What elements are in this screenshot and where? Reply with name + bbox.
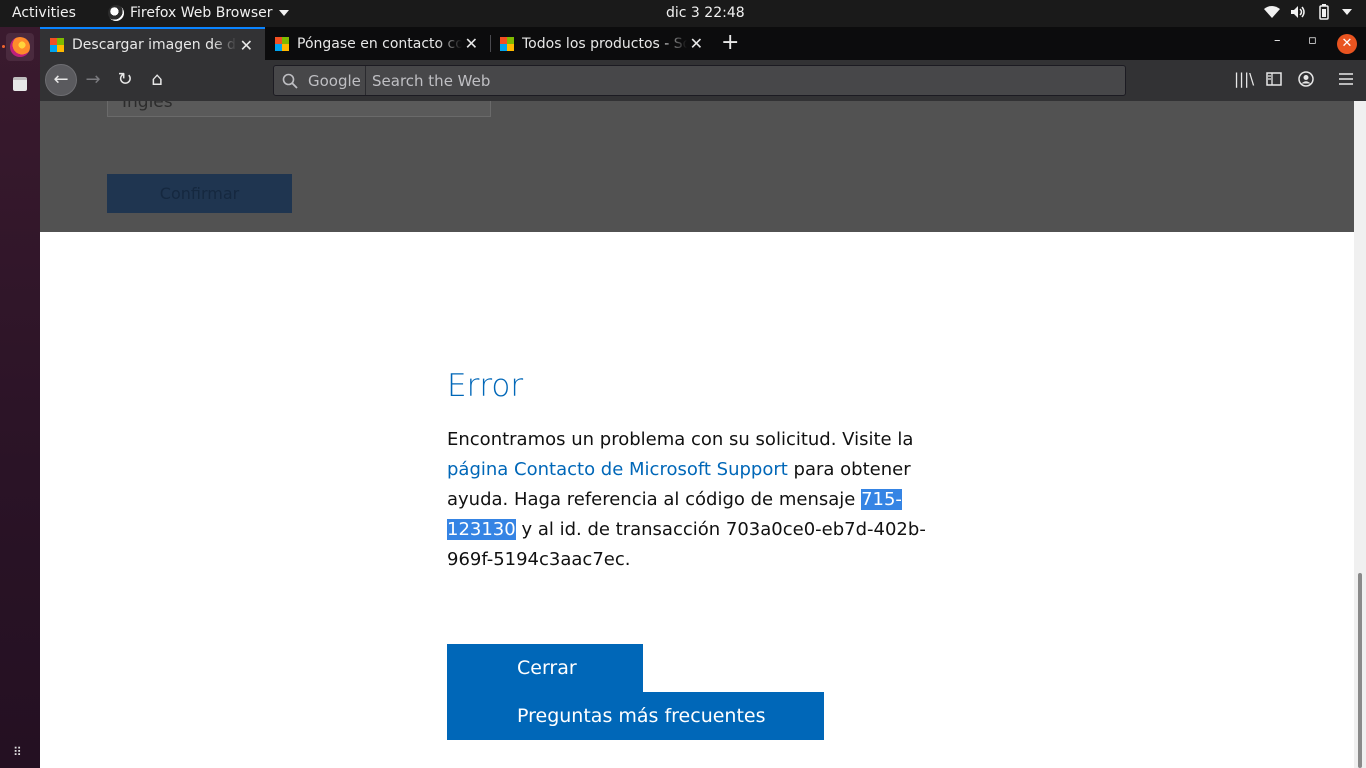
back-arrow-icon[interactable]: ←: [45, 64, 77, 96]
page-scrollbar[interactable]: [1354, 101, 1366, 768]
tab-descargar[interactable]: Descargar imagen de disco ✕: [40, 27, 265, 60]
search-icon: [282, 73, 298, 89]
close-tab-icon[interactable]: ✕: [465, 34, 478, 53]
library-icon[interactable]: |||\: [1234, 70, 1254, 88]
microsoft-logo-icon: [50, 37, 64, 52]
url-bar[interactable]: Google: [273, 65, 1126, 96]
activities-button[interactable]: Activities: [12, 5, 76, 21]
running-indicator: [2, 45, 5, 48]
scrollbar-thumb[interactable]: [1358, 573, 1362, 768]
close-button[interactable]: Cerrar: [447, 644, 643, 692]
tab-title: Descargar imagen de disco: [72, 36, 237, 53]
app-menu[interactable]: Firefox Web Browser: [108, 5, 289, 21]
volume-icon: [1291, 6, 1305, 18]
microsoft-logo-icon: [275, 36, 289, 51]
show-applications-icon[interactable]: ⠿: [13, 745, 23, 759]
app-menu-label: Firefox Web Browser: [130, 5, 273, 21]
dock-files[interactable]: [6, 71, 34, 99]
tab-strip: Descargar imagen de disco ✕ Póngase en c…: [40, 27, 1366, 60]
system-top-bar: Activities Firefox Web Browser dic 3 22:…: [0, 0, 1366, 27]
error-title: Error: [447, 368, 524, 404]
account-icon[interactable]: [1298, 71, 1314, 87]
error-message: Encontramos un problema con su solicitud…: [447, 425, 927, 575]
new-tab-icon[interactable]: +: [721, 30, 739, 55]
tab-contacto[interactable]: Póngase en contacto con ✕: [265, 27, 490, 60]
chevron-down-icon: [278, 10, 289, 16]
restore-icon[interactable]: ▫: [1308, 33, 1317, 48]
home-icon[interactable]: ⌂: [142, 65, 172, 95]
dock-firefox[interactable]: [6, 33, 34, 61]
modal-backdrop[interactable]: Inglés Confirmar: [40, 101, 1354, 232]
language-select[interactable]: Inglés: [107, 101, 491, 117]
hamburger-menu-icon[interactable]: [1339, 73, 1353, 85]
close-tab-icon[interactable]: ✕: [240, 36, 253, 55]
search-engine-label: Google: [308, 71, 361, 90]
confirm-button[interactable]: Confirmar: [107, 174, 292, 213]
minimize-icon[interactable]: –: [1274, 33, 1281, 48]
error-text-3: y al id. de transacción 703a0ce0-eb7d-40…: [447, 519, 926, 570]
search-input[interactable]: [366, 66, 1121, 95]
clock[interactable]: dic 3 22:48: [666, 5, 745, 21]
wifi-icon: [1264, 6, 1280, 18]
system-menu-chevron-icon: [1342, 9, 1352, 15]
window-close-icon[interactable]: ✕: [1337, 34, 1357, 54]
firefox-icon: [10, 37, 30, 57]
search-engine-selector[interactable]: Google: [274, 66, 366, 95]
error-text-1: Encontramos un problema con su solicitud…: [447, 429, 914, 450]
navigation-bar: ← → ↻ ⌂ Google |||\: [40, 60, 1366, 101]
faq-button[interactable]: Preguntas más frecuentes: [447, 692, 824, 740]
close-tab-icon[interactable]: ✕: [690, 34, 703, 53]
battery-icon: [1319, 4, 1329, 20]
microsoft-logo-icon: [500, 36, 514, 51]
forward-arrow-icon[interactable]: →: [78, 65, 108, 95]
firefox-icon: [108, 5, 124, 21]
tab-title: Todos los productos - Soporte: [522, 35, 687, 52]
dock: ⠿: [0, 27, 40, 768]
system-tray[interactable]: [1264, 4, 1352, 20]
page-content: Inglés Confirmar Error Encontramos un pr…: [40, 101, 1354, 768]
tab-productos[interactable]: Todos los productos - Soporte ✕: [490, 27, 715, 60]
reload-icon[interactable]: ↻: [110, 65, 140, 95]
files-icon: [13, 77, 27, 91]
sidebar-icon[interactable]: [1266, 72, 1282, 86]
tab-title: Póngase en contacto con: [297, 35, 462, 52]
microsoft-support-link[interactable]: página Contacto de Microsoft Support: [447, 459, 788, 480]
